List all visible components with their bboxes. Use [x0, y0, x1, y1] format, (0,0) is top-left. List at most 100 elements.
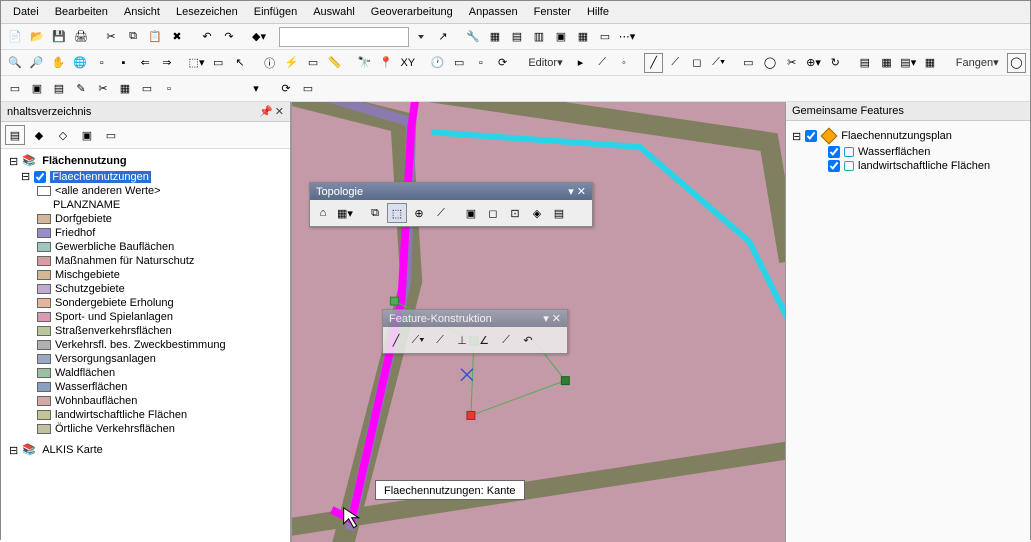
fc-constrain-icon[interactable]: ⟋ [496, 330, 516, 350]
viewer-icon[interactable]: ▫ [471, 53, 491, 73]
topo-icon-6[interactable]: ▣ [461, 203, 481, 223]
redo-icon[interactable]: ↷ [219, 27, 239, 47]
fc-segment-icon[interactable]: ╱ [386, 330, 406, 350]
find-route-icon[interactable]: 📍 [376, 53, 396, 73]
edit-tool-icon[interactable]: ▸ [571, 53, 591, 73]
menu-lesezeichen[interactable]: Lesezeichen [168, 3, 246, 21]
edit-line-icon[interactable]: ⟋ [592, 53, 612, 73]
save-icon[interactable]: 💾 [49, 27, 69, 47]
symbology-class[interactable]: Wasserflächen [3, 380, 288, 394]
rotate-icon[interactable]: ↻ [825, 53, 845, 73]
shared-features-tree[interactable]: ⊟ Flaechennutzungsplan Wasserflächen lan… [786, 121, 1030, 179]
template-icon[interactable]: ▦ [920, 53, 940, 73]
menu-hilfe[interactable]: Hilfe [579, 3, 617, 21]
launch-icon[interactable]: ↗ [433, 27, 453, 47]
group-flaechennutzung[interactable]: ⊟📚Flächennutzung [3, 153, 288, 169]
open-icon[interactable]: 📂 [27, 27, 47, 47]
merge-icon[interactable]: ⊕▾ [804, 53, 824, 73]
new-icon[interactable]: 📄 [5, 27, 25, 47]
toolbox-icon[interactable]: 🔧 [463, 27, 483, 47]
symbology-class[interactable]: Straßenverkehrsflächen [3, 324, 288, 338]
symbology-class[interactable]: Friedhof [3, 226, 288, 240]
pan-icon[interactable]: ✋ [48, 53, 68, 73]
root-checkbox[interactable] [805, 130, 817, 142]
pin-icon[interactable]: 📌 [259, 105, 273, 118]
time-slider-icon[interactable]: 🕐 [428, 53, 448, 73]
topology-toolbar[interactable]: Topologie ▾ ✕ ⌂ ▦▾ ⧉ ⬚ ⊕ ⟋ ▣ ◻ ⊡ ◈ ▤ [309, 182, 593, 227]
all-other-values[interactable]: <alle anderen Werte> [3, 184, 288, 198]
scale-combo[interactable] [279, 27, 409, 47]
window-icon[interactable]: ▭ [449, 53, 469, 73]
cut-icon[interactable]: ✂ [101, 27, 121, 47]
table-icon[interactable]: ▦ [573, 27, 593, 47]
topo-icon-9[interactable]: ◈ [527, 203, 547, 223]
symbology-class[interactable]: Sondergebiete Erholung [3, 296, 288, 310]
topo-icon-2[interactable]: ▦▾ [335, 203, 355, 223]
tree-item-wasser[interactable]: Wasserflächen [792, 145, 1024, 159]
trace-icon[interactable]: ◻ [687, 53, 707, 73]
add-data-icon[interactable]: ◆▾ [249, 27, 269, 47]
toolbar-options-icon[interactable]: ▾ [543, 313, 549, 325]
r3-icon-8[interactable]: ▫ [159, 79, 179, 99]
circle-tool-icon[interactable]: ◯ [760, 53, 780, 73]
search-window-icon[interactable]: ▤ [507, 27, 527, 47]
close-icon[interactable]: ✕ [275, 105, 284, 118]
identify-icon[interactable]: ⓘ [260, 53, 280, 73]
paste-icon[interactable]: 📋 [145, 27, 165, 47]
select-elements-icon[interactable]: ↖ [230, 53, 250, 73]
list-by-visibility-icon[interactable]: ◇ [53, 125, 73, 145]
r3-icon-10[interactable]: ▭ [298, 79, 318, 99]
symbology-class[interactable]: Gewerbliche Bauflächen [3, 240, 288, 254]
html-popup-icon[interactable]: ▭ [303, 53, 323, 73]
group-alkis[interactable]: ⊟📚ALKIS Karte [3, 442, 288, 458]
feature-construction-title-bar[interactable]: Feature-Konstruktion ▾ ✕ [383, 310, 567, 327]
hyperlink-icon[interactable]: ⚡ [281, 53, 301, 73]
topo-icon-8[interactable]: ⊡ [505, 203, 525, 223]
full-extent-icon[interactable]: 🌐 [70, 53, 90, 73]
layer-flaechennutzungen[interactable]: ⊟ Flaechennutzungen [3, 169, 288, 184]
menu-fenster[interactable]: Fenster [526, 3, 579, 21]
prev-extent-icon[interactable]: ⇐ [135, 53, 155, 73]
scale-indicator[interactable] [189, 80, 244, 98]
layer-checkbox[interactable] [34, 171, 46, 183]
r3-icon-1[interactable]: ▭ [5, 79, 25, 99]
r3-icon-9[interactable]: ⟳ [276, 79, 296, 99]
list-by-selection-icon[interactable]: ▣ [77, 125, 97, 145]
symbology-class[interactable]: Örtliche Verkehrsflächen [3, 422, 288, 436]
fc-trace-icon[interactable]: ⟋ [430, 330, 450, 350]
topo-edit-tool-icon[interactable]: ⬚ [387, 203, 407, 223]
refresh-icon[interactable]: ⟳ [493, 53, 513, 73]
menu-ansicht[interactable]: Ansicht [116, 3, 168, 21]
select-features-icon[interactable]: ⬚▾ [187, 53, 207, 73]
topo-icon-4[interactable]: ⊕ [409, 203, 429, 223]
topology-title-bar[interactable]: Topologie ▾ ✕ [310, 183, 592, 200]
menu-geoverarbeitung[interactable]: Geoverarbeitung [363, 3, 461, 21]
menu-datei[interactable]: Datei [5, 3, 47, 21]
r3-icon-3[interactable]: ▤ [49, 79, 69, 99]
r3-icon-6[interactable]: ▦ [115, 79, 135, 99]
close-icon[interactable]: ✕ [552, 313, 561, 325]
r3-icon-2[interactable]: ▣ [27, 79, 47, 99]
topo-icon-5[interactable]: ⟋ [431, 203, 451, 223]
print-icon[interactable]: 🖨 [71, 27, 91, 47]
zoom-in-icon[interactable]: 🔍 [5, 53, 25, 73]
goto-xy-icon[interactable]: XY [398, 53, 418, 73]
tree-root[interactable]: ⊟ Flaechennutzungsplan [792, 127, 1024, 145]
more-icon[interactable]: ⋯▾ [617, 27, 637, 47]
fc-perp-icon[interactable]: ⊥ [452, 330, 472, 350]
toolbar-options-icon[interactable]: ▾ [568, 186, 574, 198]
symbology-class[interactable]: Wohnbauflächen [3, 394, 288, 408]
copy-icon[interactable]: ⧉ [123, 27, 143, 47]
symbology-class[interactable]: Sport- und Spielanlagen [3, 310, 288, 324]
create-features-icon[interactable]: ▤▾ [898, 53, 918, 73]
edit-vertex-icon[interactable]: ◦ [614, 53, 634, 73]
item-checkbox[interactable] [828, 160, 840, 172]
catalog-icon[interactable]: ▦ [485, 27, 505, 47]
topo-icon-3[interactable]: ⧉ [365, 203, 385, 223]
tree-item-landwirt[interactable]: landwirtschaftliche Flächen [792, 159, 1024, 173]
modelbuilder-icon[interactable]: ▣ [551, 27, 571, 47]
editor-menu[interactable]: Editor▾ [522, 54, 568, 71]
symbology-class[interactable]: Waldflächen [3, 366, 288, 380]
fc-undo-icon[interactable]: ↶ [518, 330, 538, 350]
topo-icon-7[interactable]: ◻ [483, 203, 503, 223]
